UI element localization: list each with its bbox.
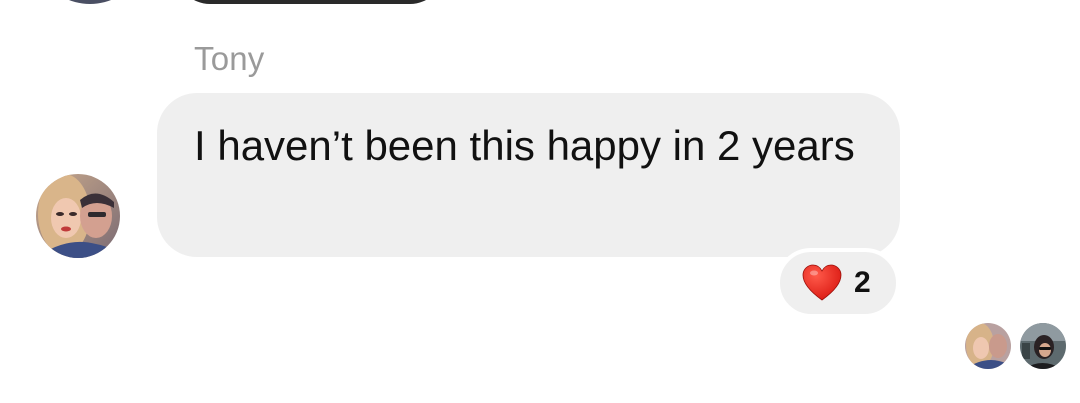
heart-icon [802,264,842,301]
reaction-count: 2 [854,266,871,299]
previous-message-bubble[interactable] [176,0,444,4]
sender-avatar[interactable] [36,174,120,258]
reaction-pill[interactable]: 2 [776,248,900,318]
seen-by-avatar-2[interactable] [1020,323,1066,369]
chat-thread: Tony I haven’t been this happy in 2 year… [0,0,1080,403]
message-bubble[interactable]: I haven’t been this happy in 2 years [157,93,900,257]
previous-sender-avatar[interactable] [52,0,128,4]
seen-by-avatar-1[interactable] [965,323,1011,369]
message-text: I haven’t been this happy in 2 years [194,122,855,169]
sender-name: Tony [194,40,265,77]
